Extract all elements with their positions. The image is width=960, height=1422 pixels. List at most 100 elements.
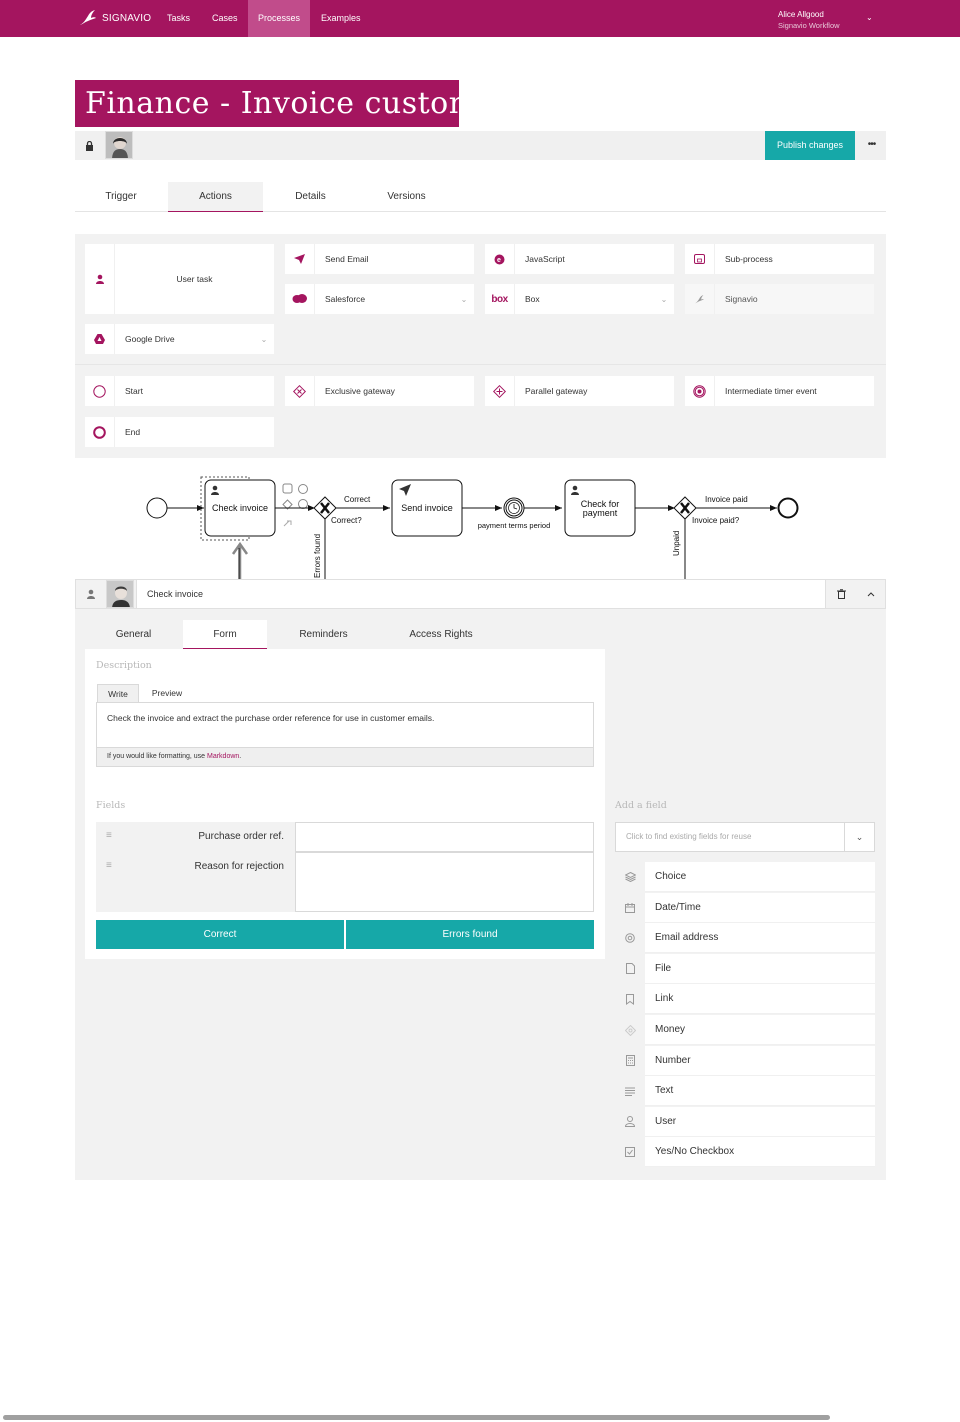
palette-signavio-label: Signavio bbox=[725, 294, 758, 304]
chevron-down-icon[interactable]: ⌄ bbox=[454, 295, 474, 304]
palette-user-task[interactable]: User task bbox=[85, 244, 274, 314]
palette-intermediate-timer[interactable]: Intermediate timer event bbox=[685, 376, 874, 406]
user-menu[interactable]: Alice Allgood Signavio Workflow bbox=[778, 9, 840, 31]
outcome-errors-found-button[interactable]: Errors found bbox=[346, 920, 594, 949]
signavio-logo[interactable]: SIGNAVIO bbox=[78, 8, 151, 28]
publish-changes-button[interactable]: Publish changes bbox=[765, 131, 855, 160]
palette-start-event[interactable]: Start bbox=[85, 376, 274, 406]
context-event-tool[interactable] bbox=[298, 484, 308, 494]
process-owner-bar: Publish changes ••• bbox=[75, 131, 886, 160]
wrench-icon[interactable] bbox=[283, 520, 292, 527]
money-icon bbox=[615, 1015, 645, 1045]
field-type-number[interactable]: Number bbox=[615, 1045, 875, 1076]
field-type-link[interactable]: Link bbox=[615, 984, 875, 1015]
tab-form[interactable]: Form bbox=[183, 620, 267, 649]
existing-fields-placeholder: Click to find existing fields for reuse bbox=[626, 832, 752, 841]
gateway-correct-label: Correct? bbox=[331, 516, 362, 525]
tab-reminders[interactable]: Reminders bbox=[275, 620, 372, 649]
field-type-text[interactable]: Text bbox=[615, 1076, 875, 1107]
trash-icon[interactable] bbox=[826, 580, 856, 608]
user-name: Alice Allgood bbox=[778, 10, 824, 19]
field-type-label: Number bbox=[655, 1054, 691, 1066]
nav-processes[interactable]: Processes bbox=[248, 0, 310, 37]
bookmark-icon bbox=[615, 984, 645, 1015]
sub-process-icon bbox=[685, 244, 715, 274]
timer-event[interactable] bbox=[503, 497, 525, 519]
drag-handle-icon[interactable]: ≡ bbox=[106, 860, 112, 871]
outcome-correct-button[interactable]: Correct bbox=[96, 920, 344, 949]
context-task-tool[interactable] bbox=[282, 483, 293, 494]
field-type-email-address[interactable]: Email address bbox=[615, 923, 875, 954]
tab-access-rights[interactable]: Access Rights bbox=[390, 620, 492, 649]
parallel-gateway-icon bbox=[485, 376, 515, 406]
process-diagram: Check invoice Correct Correct? Errors fo… bbox=[146, 476, 799, 580]
preview-tab[interactable]: Preview bbox=[142, 684, 192, 702]
tab-general[interactable]: General bbox=[85, 620, 182, 649]
field-type-money[interactable]: Money bbox=[615, 1015, 875, 1045]
google-drive-icon bbox=[85, 324, 115, 354]
process-title[interactable]: Finance - Invoice customer bbox=[75, 80, 510, 127]
task-name-input[interactable]: Check invoice bbox=[136, 580, 826, 608]
tab-trigger[interactable]: Trigger bbox=[75, 182, 167, 212]
end-event[interactable] bbox=[777, 497, 799, 519]
tab-versions[interactable]: Versions bbox=[358, 182, 455, 212]
tab-actions[interactable]: Actions bbox=[168, 182, 263, 212]
palette-send-email[interactable]: Send Email bbox=[285, 244, 474, 274]
palette-javascript[interactable]: e JavaScript bbox=[485, 244, 674, 274]
palette-javascript-label: JavaScript bbox=[525, 254, 565, 264]
start-event-icon bbox=[85, 376, 115, 406]
description-label: Description bbox=[96, 660, 152, 671]
palette-exclusive-gateway[interactable]: Exclusive gateway bbox=[285, 376, 474, 406]
palette-salesforce[interactable]: Salesforce ⌄ bbox=[285, 284, 474, 314]
lock-icon[interactable] bbox=[75, 131, 104, 160]
tab-details[interactable]: Details bbox=[263, 182, 358, 212]
start-event[interactable] bbox=[146, 497, 168, 519]
field-label-reason-for-rejection[interactable]: Reason for rejection bbox=[195, 852, 285, 882]
field-type-file[interactable]: File bbox=[615, 953, 875, 984]
field-type-yes-no-checkbox[interactable]: Yes/No Checkbox bbox=[615, 1137, 875, 1168]
palette-google-drive[interactable]: Google Drive ⌄ bbox=[85, 324, 274, 354]
field-type-choice[interactable]: Choice bbox=[615, 862, 875, 892]
flow-label-unpaid: Unpaid bbox=[672, 531, 681, 556]
palette-end-event[interactable]: End bbox=[85, 417, 274, 447]
svg-text:e: e bbox=[497, 257, 501, 264]
horizontal-scrollbar[interactable] bbox=[3, 1415, 830, 1420]
palette-parallel-gateway[interactable]: Parallel gateway bbox=[485, 376, 674, 406]
chevron-down-icon[interactable]: ⌄ bbox=[654, 295, 674, 304]
timer-label: payment terms period bbox=[478, 521, 551, 530]
connect-handle[interactable] bbox=[231, 541, 249, 580]
existing-fields-select[interactable]: Click to find existing fields for reuse … bbox=[615, 822, 875, 852]
palette-google-drive-label: Google Drive bbox=[125, 334, 175, 344]
nav-tasks[interactable]: Tasks bbox=[157, 0, 200, 37]
field-type-user[interactable]: User bbox=[615, 1106, 875, 1137]
nav-examples[interactable]: Examples bbox=[311, 0, 371, 37]
field-type-date-time[interactable]: Date/Time bbox=[615, 892, 875, 923]
write-tab[interactable]: Write bbox=[97, 684, 139, 702]
nav-cases[interactable]: Cases bbox=[202, 0, 248, 37]
markdown-link[interactable]: Markdown bbox=[207, 753, 239, 760]
chevron-down-icon[interactable]: ⌄ bbox=[844, 823, 874, 851]
file-icon bbox=[615, 953, 645, 984]
owner-avatar[interactable] bbox=[105, 131, 133, 159]
palette-parallel-gateway-label: Parallel gateway bbox=[525, 386, 588, 396]
description-textarea[interactable]: Check the invoice and extract the purcha… bbox=[96, 702, 594, 748]
palette-divider bbox=[75, 364, 886, 365]
palette-signavio[interactable]: Signavio bbox=[685, 284, 874, 314]
task-check-invoice-label: Check invoice bbox=[212, 503, 268, 513]
chevron-up-icon[interactable] bbox=[856, 580, 886, 608]
palette-box[interactable]: box Box ⌄ bbox=[485, 284, 674, 314]
at-icon bbox=[615, 923, 645, 954]
more-options-button[interactable]: ••• bbox=[857, 131, 886, 160]
field-type-label: Email address bbox=[655, 932, 719, 944]
context-end-tool[interactable] bbox=[298, 499, 308, 509]
palette-sub-process-label: Sub-process bbox=[725, 254, 773, 264]
palette-sub-process[interactable]: Sub-process bbox=[685, 244, 874, 274]
purchase-order-ref-input[interactable] bbox=[295, 822, 594, 852]
field-label-purchase-order[interactable]: Purchase order ref. bbox=[198, 822, 284, 852]
chevron-down-icon[interactable]: ⌄ bbox=[254, 335, 274, 344]
box-logo-icon: box bbox=[485, 284, 515, 314]
assignee-avatar[interactable] bbox=[106, 580, 134, 608]
chevron-down-icon[interactable]: ⌄ bbox=[866, 13, 873, 22]
drag-handle-icon[interactable]: ≡ bbox=[106, 830, 112, 841]
reason-for-rejection-textarea[interactable] bbox=[295, 852, 594, 912]
